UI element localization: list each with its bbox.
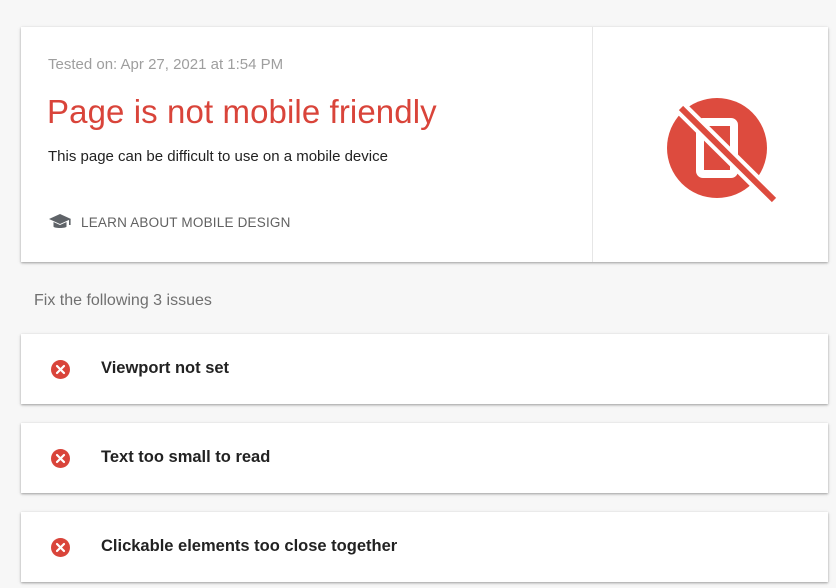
learn-link-label: LEARN ABOUT MOBILE DESIGN [81, 214, 291, 230]
issue-item-tap-targets[interactable]: Clickable elements too close together [21, 512, 828, 582]
result-headline: Page is not mobile friendly [47, 93, 437, 130]
issue-label: Viewport not set [101, 359, 230, 377]
graduation-cap-icon [48, 211, 72, 233]
test-result-card: Tested on: Apr 27, 2021 at 1:54 PM Page … [21, 27, 828, 262]
error-icon [51, 449, 70, 468]
error-icon [51, 360, 70, 379]
tested-on-timestamp: Tested on: Apr 27, 2021 at 1:54 PM [48, 56, 284, 73]
issue-item-viewport[interactable]: Viewport not set [21, 334, 828, 404]
issue-item-text-size[interactable]: Text too small to read [21, 423, 828, 493]
mobile-friendly-test-page: Tested on: Apr 27, 2021 at 1:54 PM Page … [0, 0, 836, 588]
result-status-panel [593, 27, 828, 262]
issue-label: Text too small to read [101, 448, 271, 466]
not-mobile-friendly-icon [657, 86, 783, 212]
error-icon [51, 538, 70, 557]
result-description: This page can be difficult to use on a m… [48, 148, 388, 165]
test-result-summary: Tested on: Apr 27, 2021 at 1:54 PM Page … [21, 27, 592, 262]
learn-about-mobile-design-link[interactable]: LEARN ABOUT MOBILE DESIGN [48, 211, 291, 233]
issue-label: Clickable elements too close together [101, 537, 398, 555]
issues-section-title: Fix the following 3 issues [34, 292, 212, 309]
